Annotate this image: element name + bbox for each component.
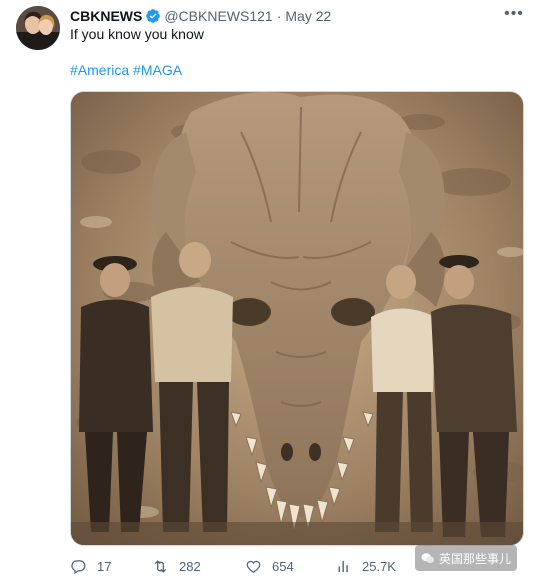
- sepia-dragon-skull-photo: [71, 92, 523, 545]
- tweet-date[interactable]: May 22: [285, 8, 331, 24]
- watermark-text: 英国那些事儿: [439, 551, 512, 566]
- avatar-image: [16, 6, 60, 50]
- reply-button[interactable]: 17: [70, 556, 111, 576]
- reply-count: 17: [97, 558, 112, 574]
- wechat-logo-icon: [421, 553, 435, 563]
- hashtag-america[interactable]: #America: [70, 62, 129, 78]
- views-chart-icon: [338, 560, 348, 572]
- retweet-count: 282: [179, 558, 201, 574]
- views-count: 25.7K: [362, 558, 396, 574]
- like-button[interactable]: 654: [245, 556, 294, 576]
- tweet-text: If you know you know: [70, 26, 204, 42]
- retweet-button[interactable]: 282: [152, 556, 201, 576]
- avatar[interactable]: [16, 6, 60, 50]
- like-count: 654: [272, 558, 294, 574]
- author-handle[interactable]: @CBKNEWS121: [164, 8, 272, 24]
- retweet-icon: [154, 559, 167, 573]
- author-name[interactable]: CBKNEWS: [70, 8, 142, 24]
- reply-icon: [71, 559, 86, 574]
- more-options-icon[interactable]: •••: [504, 6, 524, 26]
- views-button[interactable]: 25.7K: [335, 556, 396, 576]
- tweet-media-photo[interactable]: [70, 91, 524, 546]
- verified-badge-icon: [145, 8, 161, 24]
- header-separator: ·: [276, 8, 282, 24]
- tweet-header: CBKNEWS @CBKNEWS121 · May 22: [70, 6, 331, 26]
- hashtag-maga[interactable]: #MAGA: [133, 62, 182, 78]
- tweet-card[interactable]: CBKNEWS @CBKNEWS121 · May 22 ••• If you …: [0, 0, 540, 583]
- tweet-hashtags: #America #MAGA: [70, 62, 182, 78]
- source-watermark: 英国那些事儿: [415, 545, 518, 571]
- heart-icon: [246, 560, 261, 573]
